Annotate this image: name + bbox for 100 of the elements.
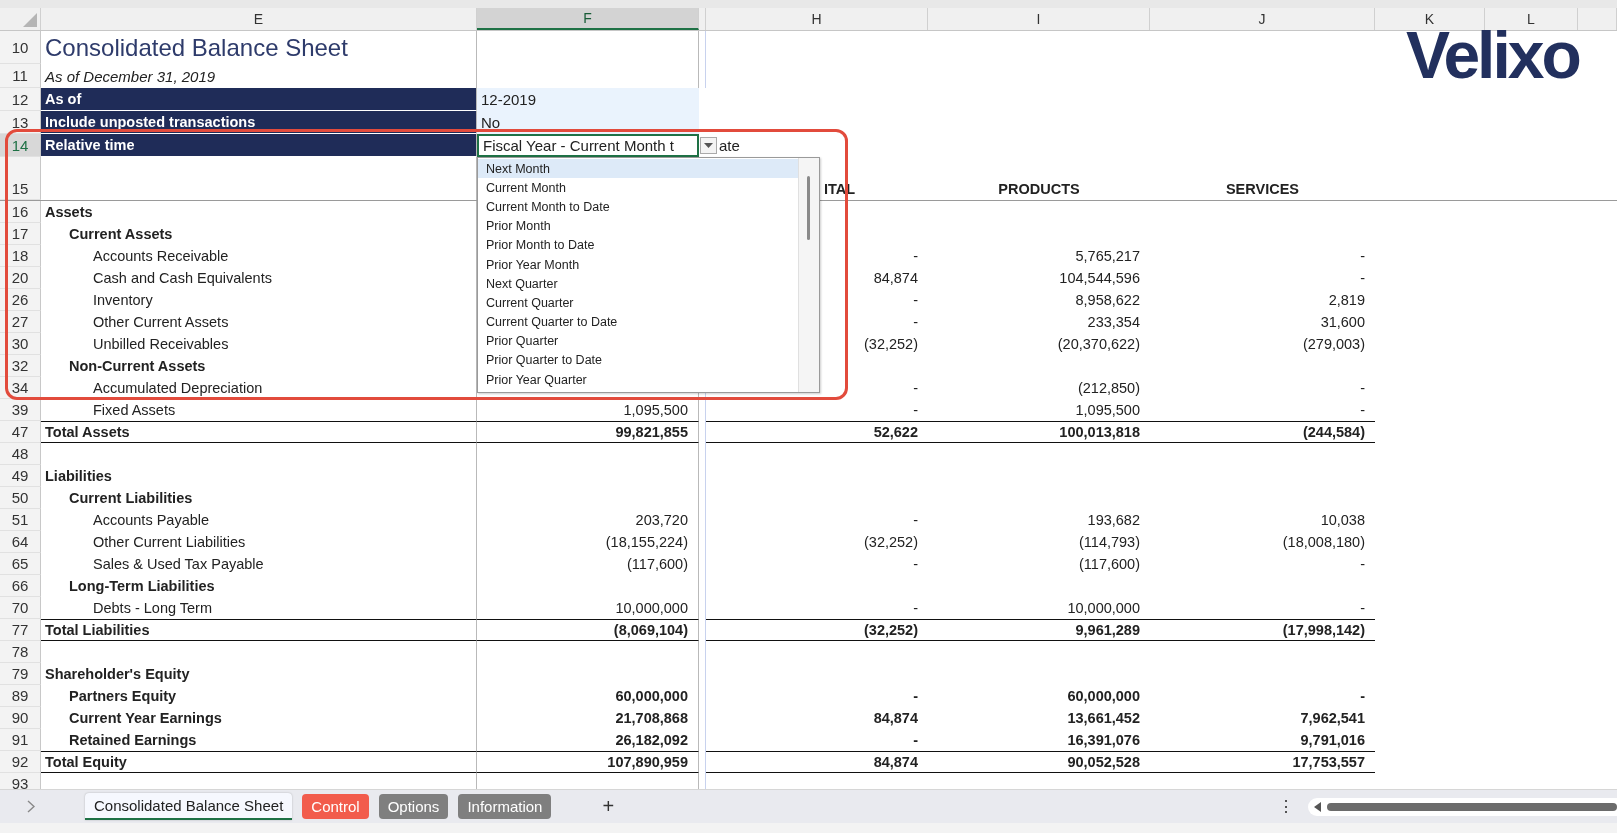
add-sheet-button[interactable]: + [596, 794, 621, 819]
row-label: Debts - Long Term [93, 600, 212, 616]
amount: 233,354 [1087, 314, 1140, 330]
parameter-value-overflow: ate [718, 136, 740, 156]
parameter-value[interactable]: 12-2019 [477, 88, 699, 111]
column-header[interactable]: L [1485, 8, 1578, 30]
amount: 13,661,452 [1067, 710, 1140, 726]
amount: 31,600 [1320, 314, 1365, 330]
parameter-value[interactable]: Fiscal Year - Current Month t [477, 134, 699, 157]
row-label: Retained Earnings [69, 732, 197, 748]
row-number: 50 [0, 487, 41, 509]
amount: 84,874 [873, 270, 918, 286]
amount: 203,720 [635, 512, 688, 528]
amount: - [913, 600, 918, 616]
row-label: Other Current Assets [93, 314, 229, 330]
amount: 99,821,855 [615, 424, 688, 440]
row-label: Shareholder's Equity [45, 666, 190, 682]
row-label: Assets [45, 204, 93, 220]
row-number: 39 [0, 399, 41, 421]
chevron-right-icon[interactable] [27, 800, 35, 813]
row-number: 78 [0, 641, 41, 663]
row-number: 17 [0, 223, 41, 245]
amount: (117,600) [627, 556, 688, 572]
scrollbar-thumb[interactable] [1327, 802, 1617, 811]
dropdown-item[interactable]: Prior Month [478, 216, 798, 236]
amount: 104,544,596 [1059, 270, 1140, 286]
more-button[interactable]: ⋮ [1272, 796, 1300, 817]
row-number: 18 [0, 245, 41, 267]
scroll-left-icon[interactable] [1314, 801, 1321, 812]
parameter-label: Relative time [45, 137, 135, 153]
dropdown-item[interactable]: Prior Quarter [478, 331, 798, 351]
row-number: 49 [0, 465, 41, 487]
row-number: 14 [0, 134, 41, 157]
amount: (32,252) [864, 336, 918, 352]
dropdown-item[interactable]: Prior Quarter to Date [478, 350, 798, 371]
row-label: Current Year Earnings [69, 710, 222, 726]
amount: 10,000,000 [1067, 600, 1140, 616]
column-header[interactable]: K [1375, 8, 1485, 30]
dropdown-item[interactable]: Next Quarter [478, 274, 798, 294]
column-heading: SERVICES [1225, 181, 1300, 197]
horizontal-scrollbar[interactable] [1308, 797, 1617, 816]
row-label: Long-Term Liabilities [69, 578, 215, 594]
row-number: 65 [0, 553, 41, 575]
amount: 8,958,622 [1075, 292, 1140, 308]
amount: - [913, 380, 918, 396]
column-header[interactable]: H [706, 8, 928, 30]
column-header[interactable]: J [1150, 8, 1375, 30]
dropdown-item[interactable]: Next Month [478, 159, 798, 179]
amount: - [1360, 248, 1365, 264]
row-label: Cash and Cash Equivalents [93, 270, 272, 286]
amount: - [1360, 380, 1365, 396]
row-label: Other Current Liabilities [93, 534, 246, 550]
amount: (244,584) [1302, 424, 1365, 440]
dropdown-item[interactable]: Prior Year Month [478, 254, 798, 275]
column-header[interactable]: F [477, 8, 699, 30]
row-label: Total Equity [45, 754, 127, 770]
amount: 16,391,076 [1067, 732, 1140, 748]
amount: (32,252) [864, 622, 918, 638]
sheet-tab[interactable]: Information [458, 794, 552, 819]
row-label: Inventory [93, 292, 153, 308]
amount: 100,013,818 [1059, 424, 1140, 440]
scrollbar-thumb[interactable] [807, 176, 810, 240]
dropdown-item[interactable]: Prior Month to Date [478, 235, 798, 255]
amount: 60,000,000 [1067, 688, 1140, 704]
row-number: 79 [0, 663, 41, 685]
row-label: Sales & Used Tax Payable [93, 556, 264, 572]
column-header[interactable]: I [928, 8, 1150, 30]
row-label: Fixed Assets [93, 402, 176, 418]
row-number: 16 [0, 201, 41, 223]
amount: - [1360, 688, 1365, 704]
dropdown-item[interactable]: Current Quarter to Date [478, 312, 798, 332]
amount: 107,890,959 [607, 754, 688, 770]
amount: - [913, 512, 918, 528]
row-label: Accounts Payable [93, 512, 210, 528]
amount: - [913, 314, 918, 330]
amount: - [1360, 402, 1365, 418]
amount: 2,819 [1328, 292, 1365, 308]
amount: 9,961,289 [1075, 622, 1140, 638]
row-label: Total Liabilities [45, 622, 150, 638]
row-number: 32 [0, 355, 41, 377]
scrollbar[interactable] [798, 158, 819, 392]
dropdown-item[interactable]: Prior Year Quarter [478, 370, 798, 390]
row-number: 92 [0, 751, 41, 773]
amount: (17,998,142) [1282, 622, 1365, 638]
row-label: Liabilities [45, 468, 112, 484]
amount: (117,600) [1079, 556, 1140, 572]
sheet-tab[interactable]: Consolidated Balance Sheet [85, 793, 293, 820]
row-label: Total Assets [45, 424, 130, 440]
row-number: 15 [0, 157, 41, 200]
dropdown-item[interactable]: Current Month [478, 178, 798, 198]
dropdown-button[interactable] [700, 137, 717, 154]
amount: 21,708,868 [615, 710, 688, 726]
dropdown-item[interactable]: Current Month to Date [478, 197, 798, 217]
row-number: 48 [0, 443, 41, 465]
row-label: Unbilled Receivables [93, 336, 229, 352]
dropdown-item[interactable]: Current Quarter [478, 293, 798, 313]
amount: 10,000,000 [615, 600, 688, 616]
row-number: 20 [0, 267, 41, 289]
sheet-tab[interactable]: Options [378, 794, 449, 819]
amount: 7,962,541 [1300, 710, 1365, 726]
